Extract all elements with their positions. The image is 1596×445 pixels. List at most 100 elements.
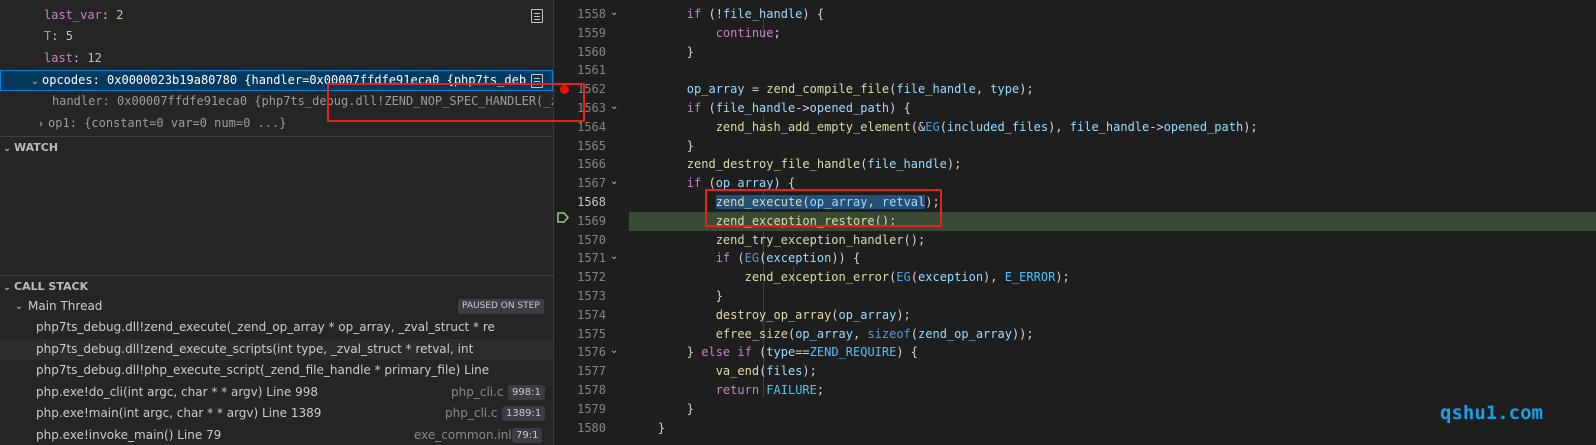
stack-frame[interactable]: php7ts_debug.dll!zend_execute(_zend_op_a…	[0, 317, 553, 338]
fold-chevron-icon[interactable]: ⌄	[610, 97, 622, 116]
code-token: type	[990, 82, 1020, 97]
code-line[interactable]: if (EG(exception)) {	[629, 249, 1596, 268]
code-line[interactable]: zend_try_exception_handler();	[629, 231, 1596, 250]
code-line[interactable]: }	[629, 137, 1596, 156]
stack-frame[interactable]: php7ts_debug.dll!php_execute_script(_zen…	[0, 360, 553, 381]
variable-value: {constant=0 var=0 num=0 ...}	[84, 116, 287, 130]
line-number[interactable]: 1572	[574, 268, 606, 287]
variable-last-var[interactable]: last_var: 2	[0, 5, 553, 26]
line-number[interactable]: 1559	[574, 24, 606, 43]
fold-chevron-icon[interactable]: ⌄	[610, 172, 622, 191]
stack-frame[interactable]: php.exe!invoke_main() Line 79 exe_common…	[0, 425, 553, 445]
code-token: sizeof	[867, 326, 911, 341]
code-token: (	[701, 101, 716, 115]
thread-row[interactable]: ⌄ Main Thread PAUSED ON STEP	[0, 296, 553, 317]
code-token: type	[766, 345, 796, 360]
code-line[interactable]: zend_destroy_file_handle(file_handle);	[629, 155, 1596, 174]
code-token: ==	[795, 345, 810, 360]
line-number[interactable]: 1569	[574, 212, 606, 231]
code-token: (	[910, 270, 919, 285]
frame-position: 79:1	[512, 428, 543, 443]
frame-position: 998:1	[508, 385, 545, 400]
variable-sep: :	[69, 116, 85, 130]
code-line[interactable]: }	[629, 43, 1596, 62]
line-number[interactable]: 1579	[574, 400, 606, 419]
line-number[interactable]: 1567	[574, 174, 606, 193]
line-number[interactable]: 1565	[574, 137, 606, 156]
line-number[interactable]: 1571	[574, 249, 606, 268]
fold-chevron-icon[interactable]: ⌄	[610, 341, 622, 360]
code-token: va_end	[715, 364, 760, 379]
line-number[interactable]: 1577	[574, 362, 606, 381]
code-line[interactable]: va_end(files);	[629, 362, 1596, 381]
variable-sep: :	[92, 73, 108, 87]
code-token: (!	[701, 7, 723, 21]
fold-chevron-icon[interactable]: ⌄	[610, 3, 622, 22]
chevron-down-icon[interactable]: ⌄	[28, 71, 42, 91]
line-number[interactable]: 1570	[574, 231, 606, 250]
code-token: ) {	[896, 345, 919, 360]
code-token: ZEND_REQUIRE	[809, 345, 897, 360]
code-token: EG	[896, 270, 911, 285]
status-badge: PAUSED ON STEP	[458, 299, 544, 314]
callstack-section-header[interactable]: ⌄ CALL STACK	[0, 275, 553, 298]
code-line[interactable]: destroy_op_array(op_array);	[629, 306, 1596, 325]
variable-t[interactable]: T: 5	[0, 26, 553, 47]
variable-sep: :	[101, 8, 117, 22]
chevron-right-icon[interactable]: ›	[34, 114, 48, 134]
code-line[interactable]: if (!file_handle) {	[629, 5, 1596, 24]
code-token: =	[744, 82, 767, 97]
line-number[interactable]: 1578	[574, 381, 606, 400]
stack-frame[interactable]: php.exe!main(int argc, char * * argv) Li…	[0, 403, 553, 424]
code-token: ),	[1048, 119, 1070, 134]
code-token: zend_op_array	[918, 326, 1012, 341]
view-binary-data-icon[interactable]	[531, 9, 543, 23]
line-number[interactable]: 1566	[574, 155, 606, 174]
watch-section-header[interactable]: ⌄ WATCH	[0, 136, 553, 159]
watermark: qshu1.com	[1440, 402, 1543, 424]
code-line[interactable]: } else if (type==ZEND_REQUIRE) {	[629, 343, 1596, 362]
fold-chevron-icon[interactable]: ⌄	[610, 247, 622, 266]
line-number[interactable]: 1576	[574, 343, 606, 362]
code-line[interactable]: continue;	[629, 24, 1596, 43]
code-token: if	[686, 7, 702, 21]
code-line[interactable]: if (file_handle->opened_path) {	[629, 99, 1596, 118]
code-token: (	[751, 345, 767, 360]
chevron-down-icon: ⌄	[14, 301, 24, 312]
code-token: if	[686, 176, 702, 191]
line-number[interactable]: 1574	[574, 306, 606, 325]
code-token: op_array	[686, 82, 745, 97]
line-number[interactable]: 1560	[574, 43, 606, 62]
variable-sep: :	[51, 29, 66, 43]
variable-last[interactable]: last: 12	[0, 48, 553, 69]
code-token: );	[896, 307, 911, 322]
code-line[interactable]: return FAILURE;	[629, 381, 1596, 400]
code-line[interactable]: efree_size(op_array, sizeof(zend_op_arra…	[629, 325, 1596, 344]
stack-frame[interactable]: php7ts_debug.dll!zend_execute_scripts(in…	[0, 339, 553, 360]
code-line[interactable]: zend_hash_add_empty_element(&EG(included…	[629, 118, 1596, 137]
line-gutter[interactable]: 1558 ⌄ 1559 1560 1561 1562 1563 ⌄ 1564 1565 1566 15…	[554, 0, 629, 445]
code-token: );	[1019, 82, 1034, 97]
frame-position: 1389:1	[502, 406, 546, 421]
code-token: ;	[816, 383, 825, 397]
watch-title: WATCH	[14, 141, 59, 154]
line-number[interactable]: 1575	[574, 325, 606, 344]
code-token: ->	[795, 101, 810, 115]
variable-value: 5	[65, 29, 73, 43]
line-number[interactable]: 1561	[574, 61, 606, 80]
line-number[interactable]: 1558	[574, 5, 606, 24]
code-line[interactable]	[629, 61, 1596, 80]
code-token: }	[629, 345, 702, 360]
line-number[interactable]: 1573	[574, 287, 606, 306]
code-line[interactable]: zend_exception_error(EG(exception), E_ER…	[629, 268, 1596, 287]
code-line[interactable]: }	[629, 287, 1596, 306]
line-number[interactable]: 1580	[574, 419, 606, 438]
line-number[interactable]: 1568	[574, 193, 606, 212]
code-line[interactable]: op_array = zend_compile_file(file_handle…	[629, 80, 1596, 99]
frame-name: php.exe!invoke_main() Line 79	[36, 428, 222, 442]
code-token: file_handle	[722, 7, 803, 21]
stack-frame[interactable]: php.exe!do_cli(int argc, char * * argv) …	[0, 382, 553, 403]
